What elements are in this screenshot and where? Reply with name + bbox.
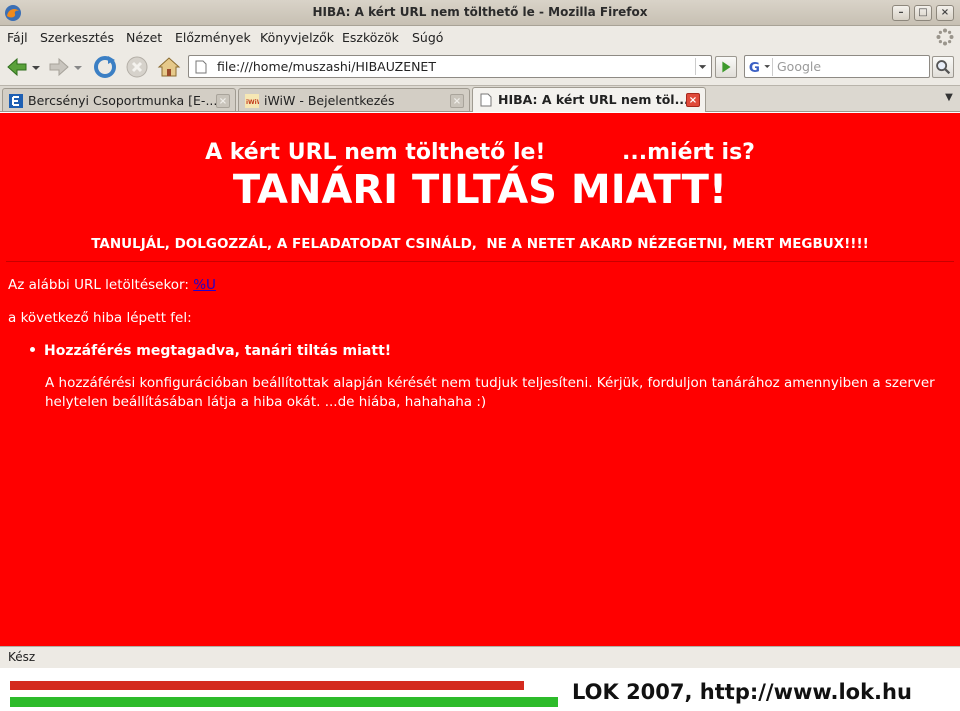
status-bar: Kész <box>0 646 960 668</box>
home-icon[interactable] <box>156 54 182 80</box>
tab-close-icon[interactable]: × <box>216 94 230 108</box>
activity-throbber-icon <box>936 28 954 46</box>
maximize-button[interactable]: □ <box>914 5 932 21</box>
iwiw-favicon-icon: iWiW <box>245 94 259 108</box>
tab-label: iWiW - Bejelentkezés <box>264 93 395 108</box>
error-detail: A hozzáférési konfigurációban beállított… <box>45 375 935 410</box>
footer-red-bar <box>10 681 524 690</box>
menu-view[interactable]: Nézet <box>126 30 162 45</box>
menubar: Fájl Szerkesztés Nézet Előzmények Könyvj… <box>0 26 960 49</box>
reload-icon[interactable] <box>92 54 118 80</box>
slide-footer: LOK 2007, http://www.lok.hu <box>0 668 960 711</box>
google-engine-icon[interactable]: G <box>747 58 773 76</box>
tab-label: HIBA: A kért URL nem töl... <box>498 92 689 107</box>
forward-arrow-icon[interactable] <box>46 54 72 80</box>
address-bar-url[interactable]: file:///home/muszashi/HIBAUZENET <box>217 59 436 74</box>
error-title: Hozzáférés megtagadva, tanári tiltás mia… <box>44 343 392 359</box>
menu-history[interactable]: Előzmények <box>175 30 251 45</box>
address-bar[interactable]: file:///home/muszashi/HIBAUZENET <box>188 55 712 78</box>
search-input[interactable]: Google <box>777 59 821 74</box>
forward-history-dropdown-icon[interactable] <box>72 54 84 80</box>
page-icon <box>480 93 492 107</box>
tab-close-icon[interactable]: × <box>450 94 464 108</box>
tab-label: Bercsényi Csoportmunka [E-... <box>28 93 218 108</box>
url-line: Az alábbi URL letöltésekor: %U <box>8 277 216 293</box>
menu-help[interactable]: Súgó <box>412 30 443 45</box>
url-line-prefix: Az alábbi URL letöltésekor: <box>8 277 194 293</box>
back-history-dropdown-icon[interactable] <box>30 54 42 80</box>
error-list-item: Hozzáférés megtagadva, tanári tiltás mia… <box>30 343 391 359</box>
search-bar[interactable]: G Google <box>744 55 930 78</box>
menu-tools[interactable]: Eszközök <box>342 30 399 45</box>
window-title: HIBA: A kért URL nem tölthető le - Mozil… <box>312 5 648 19</box>
page-content: A kért URL nem tölthető le! ...miért is?… <box>0 113 960 646</box>
error-intro: a következő hiba lépett fel: <box>8 310 192 326</box>
url-link[interactable]: %U <box>193 277 216 293</box>
divider <box>6 261 954 262</box>
subheadline: TANULJÁL, DOLGOZZÁL, A FELADATODAT CSINÁ… <box>91 236 869 252</box>
heading-right: ...miért is? <box>622 140 755 165</box>
tab-bar: Bercsényi Csoportmunka [E-... × iWiW iWi… <box>0 85 960 112</box>
tab-bercsenyi[interactable]: Bercsényi Csoportmunka [E-... × <box>2 88 236 111</box>
error-heading: A kért URL nem tölthető le! ...miért is? <box>0 140 960 165</box>
close-button[interactable]: × <box>936 5 954 21</box>
menu-bookmarks[interactable]: Könyvjelzők <box>260 30 334 45</box>
tab-list-dropdown-icon[interactable]: ▼ <box>942 90 956 106</box>
footer-green-bar <box>10 697 558 707</box>
site-favicon-icon <box>9 94 23 108</box>
footer-text: LOK 2007, http://www.lok.hu <box>572 680 912 704</box>
menu-edit[interactable]: Szerkesztés <box>40 30 114 45</box>
navigation-toolbar: file:///home/muszashi/HIBAUZENET G Googl… <box>0 49 960 85</box>
svg-text:iWiW: iWiW <box>246 99 259 106</box>
heading-left: A kért URL nem tölthető le! <box>205 140 546 165</box>
svg-text:G: G <box>749 61 760 76</box>
bullet-dot <box>30 346 35 352</box>
page-icon <box>195 60 207 74</box>
status-text: Kész <box>8 650 36 664</box>
tab-iwiw[interactable]: iWiW iWiW - Bejelentkezés × <box>238 88 470 111</box>
magnifier-icon[interactable] <box>932 56 954 78</box>
headline: TANÁRI TILTÁS MIATT! <box>232 167 728 213</box>
go-arrow-icon[interactable] <box>715 56 737 78</box>
tab-hiba[interactable]: HIBA: A kért URL nem töl... × <box>472 87 706 112</box>
url-dropdown-icon[interactable] <box>695 58 709 75</box>
minimize-button[interactable]: – <box>892 5 910 21</box>
window-titlebar: HIBA: A kért URL nem tölthető le - Mozil… <box>0 0 960 26</box>
tab-close-icon[interactable]: × <box>686 93 700 107</box>
stop-icon[interactable] <box>124 54 150 80</box>
menu-file[interactable]: Fájl <box>7 30 28 45</box>
back-arrow-icon[interactable] <box>4 54 30 80</box>
